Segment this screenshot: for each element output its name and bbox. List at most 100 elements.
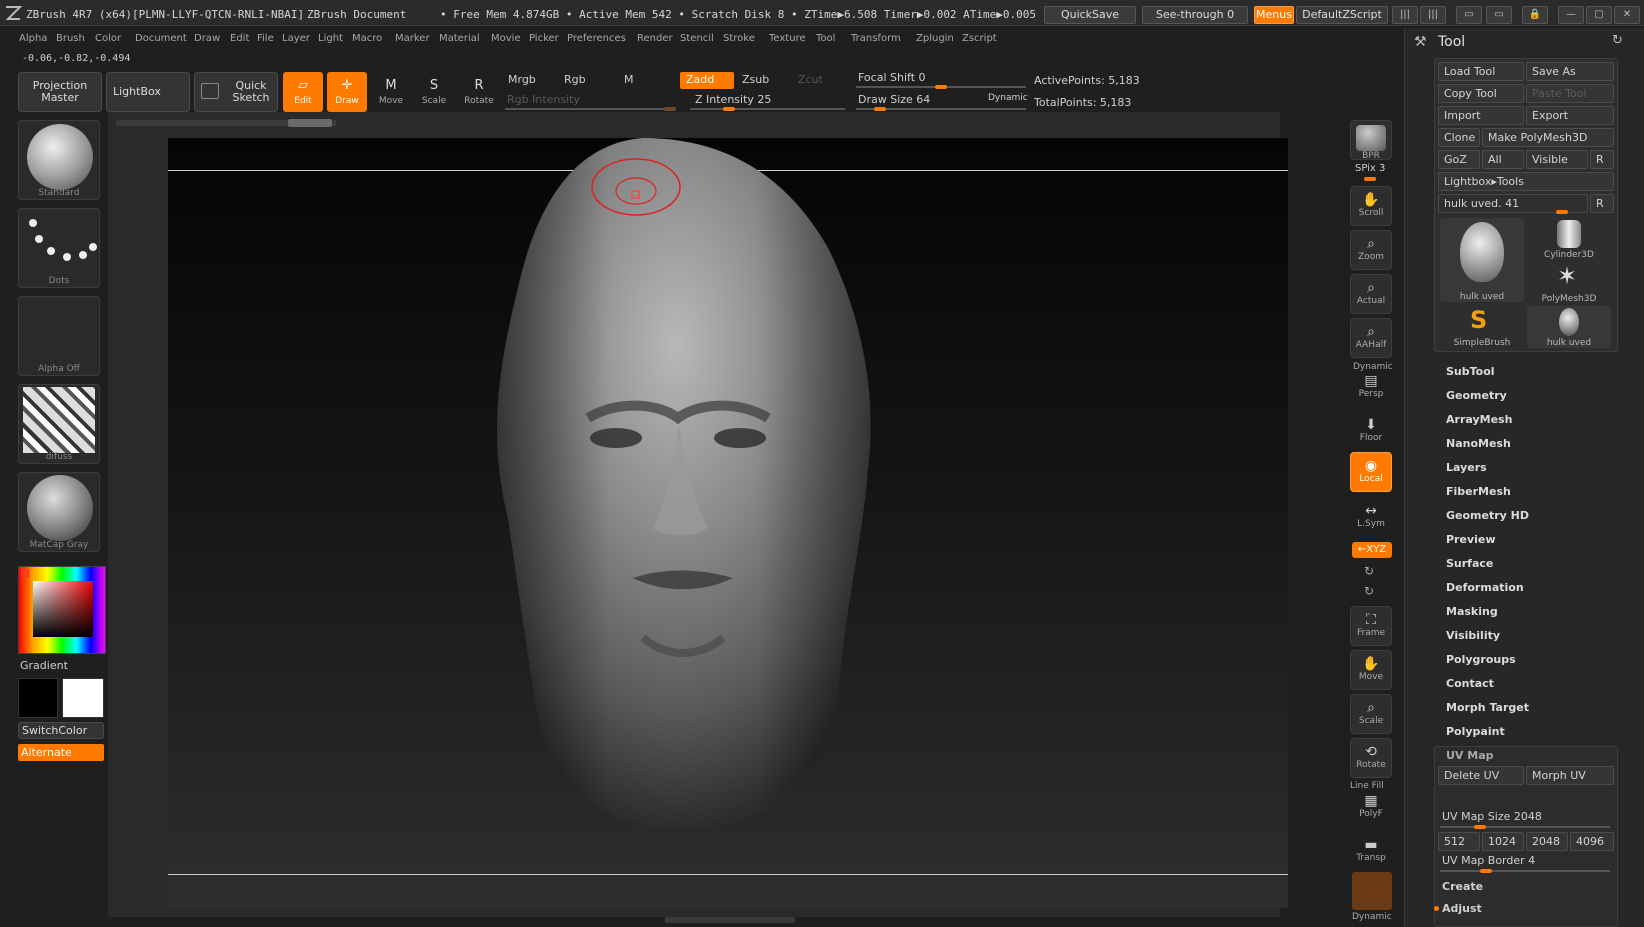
transp-button[interactable]: ▬ Transp [1350,828,1392,868]
menu-stencil[interactable]: Stencil [680,33,714,44]
contact-section[interactable]: Contact [1446,677,1494,690]
texture-selector[interactable]: difuss [18,384,100,464]
subtool-section[interactable]: SubTool [1446,365,1495,378]
move-mode-button[interactable]: M Move [371,72,411,112]
persp-button[interactable]: ▤ Persp [1350,362,1392,402]
aahalf-button[interactable]: ⌕ AAHalf [1350,318,1392,358]
quick-sketch-button[interactable]: Quick Sketch [194,72,278,112]
zoom-button[interactable]: ⌕ Zoom [1350,230,1392,270]
delete-uv-button[interactable]: Delete UV [1438,766,1524,785]
lightbox-tools-button[interactable]: Lightbox▸Tools [1438,172,1614,191]
goz-button[interactable]: GoZ [1438,150,1480,169]
bottom-tray-handle[interactable] [665,917,795,923]
minimize-icon[interactable]: — [1558,6,1584,24]
menu-texture[interactable]: Texture [769,33,806,44]
spix-slider[interactable]: SPix 3 [1355,163,1385,174]
z-intensity-slider[interactable]: Z Intensity 25 [695,93,771,106]
fibermesh-section[interactable]: FiberMesh [1446,485,1511,498]
menu-color[interactable]: Color [95,33,121,44]
palette-reset-icon[interactable]: ↻ [1612,33,1623,48]
morph-uv-button[interactable]: Morph UV [1526,766,1614,785]
menu-macro[interactable]: Macro [352,33,382,44]
menu-alpha[interactable]: Alpha [19,33,47,44]
menu-zscript[interactable]: Zscript [962,33,997,44]
menu-document[interactable]: Document [135,33,187,44]
rotate-mode-button[interactable]: R Rotate [459,72,499,112]
viewport-canvas[interactable] [168,138,1288,908]
zsub-button[interactable]: Zsub [736,72,790,89]
move-view-button[interactable]: ✋ Move [1350,650,1392,690]
frame-button[interactable]: ⛶ Frame [1350,606,1392,646]
uv-size-4096-button[interactable]: 4096 [1570,832,1614,851]
floor-button[interactable]: ⬇ Floor [1350,406,1392,446]
edit-mode-button[interactable]: ▱ Edit [283,72,323,112]
menu-preferences[interactable]: Preferences [567,33,626,44]
uv-map-border-knob[interactable] [1480,869,1492,873]
visibility-section[interactable]: Visibility [1446,629,1500,642]
scale-mode-button[interactable]: S Scale [414,72,454,112]
current-tool-knob[interactable] [1556,210,1568,214]
layout-prev-icon[interactable]: ||| [1392,6,1418,24]
paste-tool-button[interactable]: Paste Tool [1526,84,1614,103]
menu-stroke[interactable]: Stroke [723,33,755,44]
menu-brush[interactable]: Brush [56,33,85,44]
bpr-button[interactable]: BPR [1350,120,1392,161]
menu-movie[interactable]: Movie [491,33,521,44]
focal-shift-slider[interactable]: Focal Shift 0 [858,71,926,84]
uv-size-512-button[interactable]: 512 [1438,832,1480,851]
zbrush-logo-icon[interactable] [4,5,22,21]
save-as-button[interactable]: Save As [1526,62,1614,81]
uv-map-size-slider[interactable]: UV Map Size 2048 [1442,810,1542,823]
rotate-y-icon[interactable]: ↻ [1364,564,1374,578]
layout-next-icon[interactable]: ||| [1420,6,1446,24]
morph-target-section[interactable]: Morph Target [1446,701,1529,714]
switch-color-button[interactable]: SwitchColor [18,722,104,739]
head-sculpt-model[interactable] [468,138,888,858]
rgb-intensity-knob[interactable] [664,107,676,111]
draw-size-slider[interactable]: Draw Size 64 [858,93,930,106]
menu-render[interactable]: Render [637,33,673,44]
menu-transform[interactable]: Transform [851,33,901,44]
projection-master-button[interactable]: Projection Master [18,72,102,112]
scroll-button[interactable]: ✋ Scroll [1350,186,1392,226]
window-layout-icon[interactable]: ▭ [1456,6,1482,24]
main-color-swatch[interactable] [18,678,58,718]
menu-edit[interactable]: Edit [230,33,249,44]
polypaint-section[interactable]: Polypaint [1446,725,1505,738]
xyz-button[interactable]: ←XYZ [1352,542,1392,558]
uv-size-1024-button[interactable]: 1024 [1482,832,1524,851]
quicksave-button[interactable]: QuickSave [1044,6,1136,24]
layers-section[interactable]: Layers [1446,461,1487,474]
document-scrollbar-thumb[interactable] [288,119,332,127]
zadd-button[interactable]: Zadd [680,72,734,89]
tool-tile-cylinder3d[interactable]: Cylinder3D [1527,218,1611,260]
surface-section[interactable]: Surface [1446,557,1493,570]
load-tool-button[interactable]: Load Tool [1438,62,1524,81]
deformation-section[interactable]: Deformation [1446,581,1524,594]
z-intensity-knob[interactable] [722,107,735,111]
tool-tile-hulk-uved-small[interactable]: hulk uved [1527,306,1611,348]
rgb-button[interactable]: Rgb [558,72,614,89]
create-subpalette[interactable]: Create [1442,880,1483,893]
see-through-slider[interactable]: See-through 0 [1142,6,1248,24]
geometry-section[interactable]: Geometry [1446,389,1507,402]
menu-material[interactable]: Material [439,33,480,44]
actual-button[interactable]: ⌕ Actual [1350,274,1392,314]
color-saturation-square[interactable] [33,581,93,637]
alpha-selector[interactable]: Alpha Off [18,296,100,376]
tool-tile-hulk-uved[interactable]: hulk uved [1440,218,1524,302]
draw-mode-button[interactable]: ✛ Draw [327,72,367,112]
menu-tool[interactable]: Tool [816,33,835,44]
uv-map-size-track[interactable] [1440,826,1610,828]
goz-visible-button[interactable]: Visible [1526,150,1588,169]
lock-icon[interactable]: 🔒 [1522,6,1548,24]
scale-view-button[interactable]: ⌕ Scale [1350,694,1392,734]
tool-tile-simplebrush[interactable]: S SimpleBrush [1440,306,1524,348]
polyf-button[interactable]: ▦ PolyF [1350,784,1392,824]
rotate-view-button[interactable]: ⟲ Rotate [1350,738,1392,778]
polygroups-section[interactable]: Polygroups [1446,653,1516,666]
lightbox-button[interactable]: LightBox [106,72,190,112]
arraymesh-section[interactable]: ArrayMesh [1446,413,1512,426]
masking-section[interactable]: Masking [1446,605,1498,618]
draw-size-knob[interactable] [873,107,886,111]
